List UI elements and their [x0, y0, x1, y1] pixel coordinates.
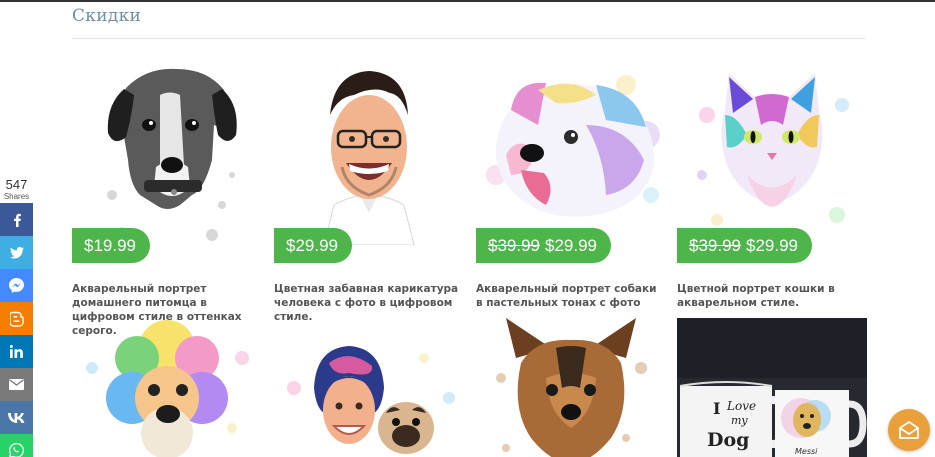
price-current: $29.99 — [746, 236, 798, 255]
price-badge: $39.99 $29.99 — [677, 228, 812, 263]
product-image-dog-grayscale[interactable] — [72, 55, 262, 245]
price-badge: $39.99 $29.99 — [476, 228, 611, 263]
linkedin-icon — [10, 345, 23, 358]
email-icon — [9, 379, 24, 390]
price-old: $39.99 — [488, 236, 540, 255]
messenger-icon — [9, 278, 24, 293]
twitter-icon — [9, 246, 24, 258]
product-image-yorkshire-terrier[interactable] — [476, 318, 666, 457]
section-title: Скидки — [72, 6, 142, 26]
share-twitter-button[interactable] — [0, 236, 33, 269]
price-badge: $29.99 — [274, 228, 352, 263]
price-current: $29.99 — [286, 236, 338, 255]
share-facebook-button[interactable] — [0, 203, 33, 236]
section-divider — [72, 38, 865, 39]
top-border — [0, 0, 935, 2]
vk-icon — [8, 412, 25, 423]
mug-text-my: my — [731, 414, 748, 427]
blogger-icon — [9, 311, 24, 327]
share-blogger-button[interactable] — [0, 302, 33, 335]
share-vk-button[interactable] — [0, 401, 33, 434]
mug-text-dog: Dog — [707, 429, 749, 451]
whatsapp-icon — [9, 443, 24, 457]
share-counter: 547 Shares — [0, 178, 33, 202]
chat-button[interactable] — [888, 409, 930, 451]
product-image-woman-with-pug[interactable] — [274, 318, 464, 457]
price-current: $29.99 — [545, 236, 597, 255]
share-count-number: 547 — [5, 177, 28, 192]
product-image-man-caricature[interactable] — [274, 55, 464, 245]
product-image-dog-pastel[interactable] — [476, 55, 666, 245]
product-image-cat-watercolor[interactable] — [677, 55, 867, 245]
product-image-poodle-rainbow[interactable] — [72, 318, 262, 457]
mug-text-love: Love — [726, 399, 756, 413]
chat-envelope-icon — [899, 421, 919, 439]
price-old: $39.99 — [689, 236, 741, 255]
product-title[interactable]: Акварельный портрет собаки в пастельных … — [476, 282, 666, 310]
facebook-icon — [13, 213, 21, 227]
product-title[interactable]: Цветной портрет кошки в акварельном стил… — [677, 282, 867, 310]
mug-text-i: I — [713, 399, 720, 418]
share-linkedin-button[interactable] — [0, 335, 33, 368]
product-image-mugs[interactable]: I Love my Dog Messi — [677, 318, 867, 457]
mug-text-name: Messi — [795, 447, 818, 456]
share-email-button[interactable] — [0, 368, 33, 401]
share-count-label: Shares — [3, 192, 30, 201]
share-messenger-button[interactable] — [0, 269, 33, 302]
share-whatsapp-button[interactable] — [0, 434, 33, 457]
price-current: $19.99 — [84, 236, 136, 255]
price-badge: $19.99 — [72, 228, 150, 263]
